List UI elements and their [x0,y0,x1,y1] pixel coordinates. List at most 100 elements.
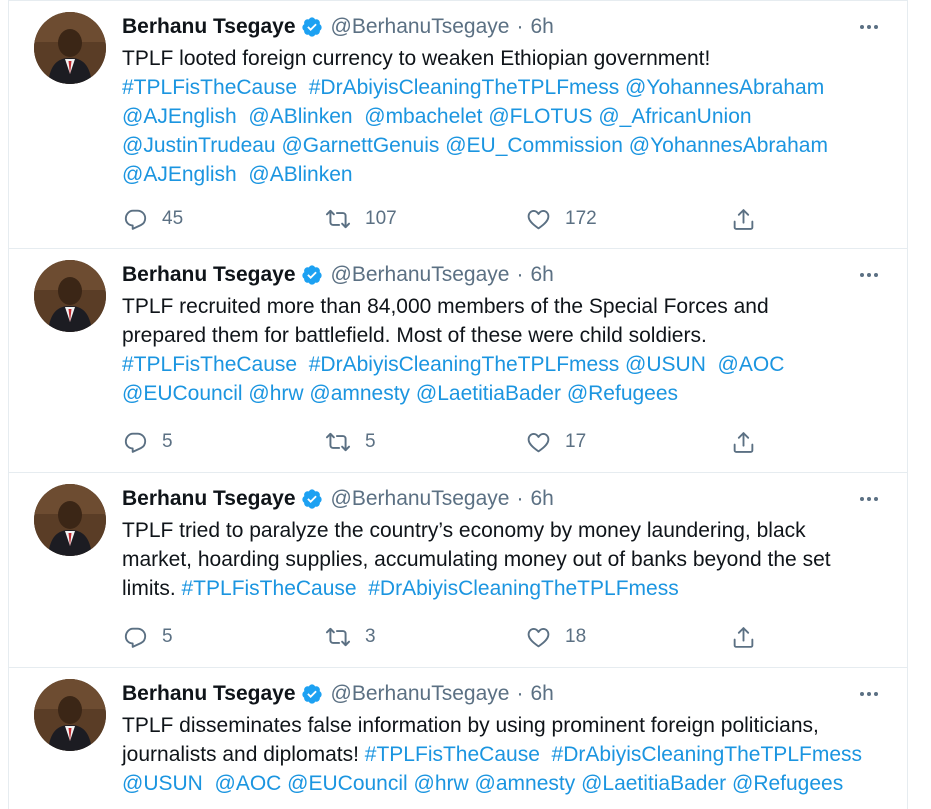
mention-link[interactable]: @Refugees [732,772,843,795]
tweet-text-segment [353,105,365,128]
mention-link[interactable]: @AOC [718,353,785,376]
author-handle[interactable]: @BerhanuTsegaye [331,15,510,39]
like-count: 17 [565,431,587,452]
reply-button[interactable]: 5 [122,622,173,652]
tweet-header: Berhanu Tsegaye @BerhanuTsegaye · 6h [122,261,554,289]
reply-icon [122,206,148,232]
separator-dot: · [516,487,524,510]
avatar[interactable] [34,484,106,556]
hashtag-link[interactable]: #DrAbiyisCleaningTheTPLFmess [309,76,619,99]
retweet-icon [325,429,351,455]
hashtag-link[interactable]: #TPLFisTheCause [182,577,357,600]
avatar[interactable] [34,679,106,751]
mention-link[interactable]: @EUCouncil [122,382,243,405]
mention-link[interactable]: @FLOTUS [488,105,592,128]
like-button[interactable]: 17 [525,427,586,457]
reply-count: 45 [162,208,184,229]
tweet-text-segment [297,353,309,376]
retweet-button[interactable]: 107 [325,204,397,234]
reply-button[interactable]: 45 [122,204,183,234]
avatar[interactable] [34,12,106,84]
mention-link[interactable]: @YohannesAbraham [625,76,824,99]
tweet-actions: 5 5 17 [122,427,772,457]
mention-link[interactable]: @EU_Commission [445,134,623,157]
mention-link[interactable]: @mbachelet [364,105,482,128]
mention-link[interactable]: @amnesty [475,772,576,795]
author-handle[interactable]: @BerhanuTsegaye [331,682,510,706]
author-handle[interactable]: @BerhanuTsegaye [331,263,510,287]
tweet-time[interactable]: 6h [530,487,553,511]
reply-icon [122,624,148,650]
author-name[interactable]: Berhanu Tsegaye [122,263,296,287]
hashtag-link[interactable]: #DrAbiyisCleaningTheTPLFmess [552,743,862,766]
like-button[interactable]: 172 [525,204,597,234]
mention-link[interactable]: @AJEnglish [122,105,237,128]
tweet-time[interactable]: 6h [530,15,553,39]
author-name[interactable]: Berhanu Tsegaye [122,15,296,39]
tweet-time[interactable]: 6h [530,263,553,287]
tweet-text-segment [540,743,552,766]
separator-dot: · [516,15,524,38]
author-name[interactable]: Berhanu Tsegaye [122,487,296,511]
mention-link[interactable]: @LaetitiaBader [416,382,561,405]
retweet-button[interactable]: 5 [325,427,376,457]
mention-link[interactable]: @AJEnglish [122,163,237,186]
verified-badge-icon [301,264,323,286]
reply-button[interactable]: 5 [122,427,173,457]
reply-icon [122,429,148,455]
tweet-text-segment [706,353,718,376]
tweet[interactable]: Berhanu Tsegaye @BerhanuTsegaye · 6h TPL… [9,473,907,668]
tweet[interactable]: Berhanu Tsegaye @BerhanuTsegaye · 6h TPL… [9,0,907,249]
tweet-time[interactable]: 6h [530,682,553,706]
verified-badge-icon [301,488,323,510]
mention-link[interactable]: @ABlinken [248,105,352,128]
mention-link[interactable]: @_AfricanUnion [598,105,751,128]
retweet-icon [325,624,351,650]
mention-link[interactable]: @hrw [414,772,469,795]
retweet-button[interactable]: 3 [325,622,376,652]
mention-link[interactable]: @GarnettGenuis [281,134,439,157]
hashtag-link[interactable]: #TPLFisTheCause [365,743,540,766]
mention-link[interactable]: @AOC [215,772,282,795]
share-button[interactable] [730,427,756,457]
tweet-header: Berhanu Tsegaye @BerhanuTsegaye · 6h [122,485,554,513]
mention-link[interactable]: @LaetitiaBader [581,772,726,795]
hashtag-link[interactable]: #TPLFisTheCause [122,76,297,99]
hashtag-link[interactable]: #TPLFisTheCause [122,353,297,376]
like-icon [525,624,551,650]
like-button[interactable]: 18 [525,622,586,652]
mention-link[interactable]: @USUN [625,353,706,376]
mention-link[interactable]: @amnesty [309,382,410,405]
hashtag-link[interactable]: #DrAbiyisCleaningTheTPLFmess [368,577,678,600]
author-name[interactable]: Berhanu Tsegaye [122,682,296,706]
tweet-actions: 45 107 172 [122,204,772,234]
mention-link[interactable]: @hrw [248,382,303,405]
tweet[interactable]: Berhanu Tsegaye @BerhanuTsegaye · 6h TPL… [9,668,907,809]
author-handle[interactable]: @BerhanuTsegaye [331,487,510,511]
more-options-icon[interactable] [857,682,881,706]
tweet[interactable]: Berhanu Tsegaye @BerhanuTsegaye · 6h TPL… [9,249,907,473]
separator-dot: · [516,682,524,705]
tweet-text-segment [203,772,215,795]
more-options-icon[interactable] [857,15,881,39]
avatar[interactable] [34,260,106,332]
tweet-text: TPLF looted foreign currency to weaken E… [122,44,892,189]
share-button[interactable] [730,204,756,234]
mention-link[interactable]: @Refugees [567,382,678,405]
mention-link[interactable]: @JustinTrudeau [122,134,276,157]
more-options-icon[interactable] [857,487,881,511]
like-count: 18 [565,626,587,647]
tweet-header: Berhanu Tsegaye @BerhanuTsegaye · 6h [122,13,554,41]
mention-link[interactable]: @USUN [122,772,203,795]
verified-badge-icon [301,16,323,38]
tweet-text: TPLF tried to paralyze the country’s eco… [122,516,892,603]
mention-link[interactable]: @ABlinken [248,163,352,186]
share-icon [730,429,756,455]
more-options-icon[interactable] [857,263,881,287]
retweet-count: 107 [365,208,397,229]
hashtag-link[interactable]: #DrAbiyisCleaningTheTPLFmess [309,353,619,376]
tweet-actions: 5 3 18 [122,622,772,652]
mention-link[interactable]: @EUCouncil [287,772,408,795]
mention-link[interactable]: @YohannesAbraham [629,134,828,157]
share-button[interactable] [730,622,756,652]
